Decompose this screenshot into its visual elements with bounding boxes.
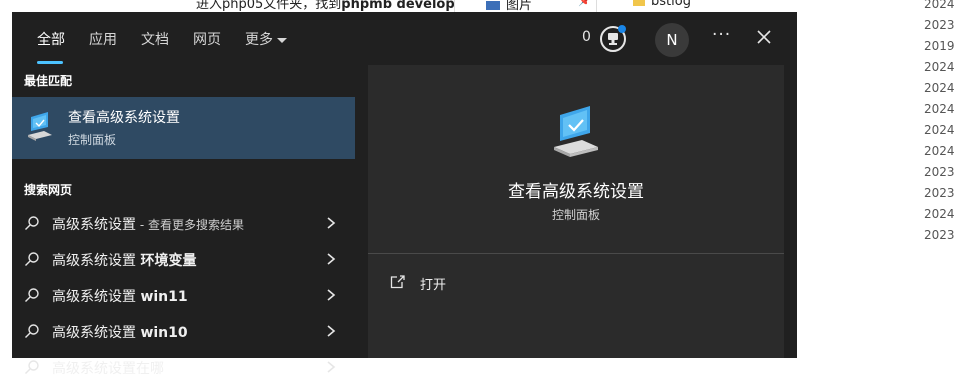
date-cell: 2024,: [924, 207, 954, 221]
computer-settings-icon: [28, 112, 52, 141]
date-cell: 2024,: [924, 0, 954, 11]
background-folder-label[interactable]: bstlog: [651, 0, 691, 9]
web-result-label: 高级系统设置 - 查看更多搜索结果: [52, 217, 244, 233]
date-cell: 2023,: [924, 228, 954, 242]
date-cell: 2023,: [924, 18, 954, 32]
web-result-label: 高级系统设置 环境变量: [52, 253, 197, 269]
rewards-points: 0: [582, 29, 591, 45]
date-cell: 2019,: [924, 39, 954, 53]
web-result-label: 高级系统设置在哪: [52, 361, 164, 377]
search-header: 全部 应用 文档 网页 更多 0 N ···: [12, 12, 797, 65]
tab-more[interactable]: 更多: [245, 29, 287, 49]
more-options-icon[interactable]: ···: [712, 25, 731, 45]
chevron-right-icon: [327, 325, 336, 337]
user-avatar[interactable]: N: [655, 23, 689, 57]
best-match-subtitle: 控制面板: [68, 133, 117, 147]
tab-documents[interactable]: 文档: [141, 29, 169, 49]
computer-settings-icon: [554, 106, 598, 157]
best-match-title: 查看高级系统设置: [68, 110, 180, 126]
active-tab-indicator: [37, 61, 63, 64]
best-match-item[interactable]: 查看高级系统设置 控制面板: [12, 97, 355, 159]
tab-more-label: 更多: [245, 32, 273, 48]
date-cell: 2024,: [924, 123, 954, 137]
search-icon: [25, 324, 39, 338]
rewards-trophy-icon[interactable]: [598, 24, 628, 54]
web-result-label: 高级系统设置 win10: [52, 325, 188, 341]
pictures-icon: [486, 1, 500, 10]
open-action[interactable]: 打开: [390, 272, 470, 294]
search-icon: [25, 360, 39, 374]
chevron-right-icon: [327, 361, 336, 373]
divider: [596, 0, 597, 12]
preview-title: 查看高级系统设置: [508, 182, 644, 202]
folder-icon: [633, 0, 645, 6]
divider: [368, 253, 784, 254]
web-result-row[interactable]: 高级系统设置 win11: [12, 278, 355, 312]
background-explorer: 进入php05文件夹，找到phpmb develop 图片 📌 bstlog: [0, 0, 954, 13]
search-icon: [25, 252, 39, 266]
preview-pane: 查看高级系统设置 控制面板 打开: [368, 65, 797, 358]
chevron-right-icon: [327, 289, 336, 301]
open-label: 打开: [420, 278, 447, 293]
web-result-row[interactable]: 高级系统设置 win10: [12, 314, 355, 348]
date-cell: 2024,: [924, 144, 954, 158]
search-icon: [25, 288, 39, 302]
web-search-heading: 搜索网页: [24, 183, 73, 197]
search-flyout: 全部 应用 文档 网页 更多 0 N ··· 最佳匹配 查看高级系统设置 控制面…: [12, 12, 797, 377]
web-result-row[interactable]: 高级系统设置 - 查看更多搜索结果: [12, 206, 355, 240]
results-list: 最佳匹配 查看高级系统设置 控制面板 搜索网页 高级系统设置 - 查看更多搜索结…: [12, 65, 355, 377]
date-cell: 2024,: [924, 81, 954, 95]
background-date-column: 2024, 2023, 2019, 2024, 2024, 2024, 2024…: [924, 0, 954, 246]
pin-icon[interactable]: 📌: [578, 0, 592, 7]
tab-apps[interactable]: 应用: [89, 29, 117, 49]
background-path-text: 进入php05文件夹，找到phpmb develop: [196, 0, 455, 12]
tab-all[interactable]: 全部: [37, 29, 65, 49]
web-result-label: 高级系统设置 win11: [52, 289, 188, 305]
divider: [454, 0, 455, 12]
tab-web[interactable]: 网页: [193, 29, 221, 49]
best-match-heading: 最佳匹配: [24, 74, 73, 88]
web-result-row[interactable]: 高级系统设置 环境变量: [12, 242, 355, 276]
close-icon[interactable]: [756, 29, 772, 45]
preview-subtitle: 控制面板: [551, 208, 600, 222]
date-cell: 2023,: [924, 186, 954, 200]
pane-gutter: [784, 65, 797, 358]
open-external-icon: [390, 275, 405, 289]
date-cell: 2024,: [924, 102, 954, 116]
chevron-down-icon: [277, 37, 287, 43]
web-result-row[interactable]: 高级系统设置在哪: [12, 350, 355, 384]
chevron-right-icon: [327, 253, 336, 265]
search-icon: [25, 216, 39, 230]
date-cell: 2023,: [924, 165, 954, 179]
date-cell: 2024,: [924, 60, 954, 74]
chevron-right-icon: [327, 217, 336, 229]
